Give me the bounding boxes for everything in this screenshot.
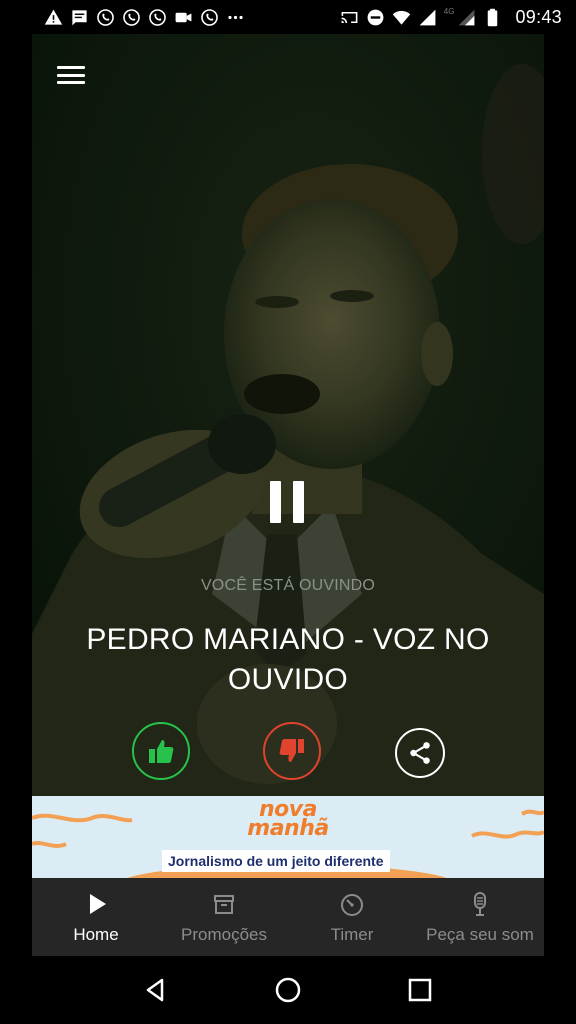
- nav-label: Home: [73, 925, 119, 944]
- like-button[interactable]: [132, 722, 190, 780]
- whatsapp-icon: [96, 8, 115, 27]
- home-button[interactable]: [271, 973, 305, 1007]
- menu-button[interactable]: [54, 62, 88, 88]
- status-bar: 4G 09:43: [0, 0, 576, 34]
- cast-icon: [340, 8, 359, 27]
- hamburger-icon: [57, 66, 85, 69]
- home-icon: [275, 977, 301, 1003]
- share-icon: [410, 742, 430, 764]
- now-playing-hero: VOCÊ ESTÁ OUVINDO PEDRO MARIANO - VOZ NO…: [32, 34, 544, 796]
- whatsapp-icon: [148, 8, 167, 27]
- microphone-icon: [474, 892, 486, 916]
- nav-item-home[interactable]: Home: [32, 878, 160, 956]
- bottom-navigation: Home Promoções Timer Peça seu som: [32, 878, 544, 956]
- nova-manha-logo: nova manhã: [247, 797, 329, 841]
- recents-icon: [408, 978, 432, 1002]
- system-navigation-bar: [0, 956, 576, 1024]
- system-icons: 4G 09:43: [340, 7, 562, 28]
- do-not-disturb-icon: [366, 8, 385, 27]
- play-icon: [90, 894, 106, 914]
- ad-banner[interactable]: nova manhã Jornalismo de um jeito difere…: [32, 796, 544, 878]
- signal-icon: [418, 8, 437, 27]
- whatsapp-icon: [200, 8, 219, 27]
- recents-button[interactable]: [403, 973, 437, 1007]
- whatsapp-icon: [122, 8, 141, 27]
- share-button[interactable]: [395, 728, 445, 778]
- network-type-label: 4G: [443, 6, 455, 16]
- nav-item-peca-seu-som[interactable]: Peça seu som: [416, 878, 544, 956]
- more-icon: [226, 8, 245, 27]
- nav-label: Peça seu som: [426, 925, 534, 944]
- clock: 09:43: [515, 6, 562, 27]
- back-button[interactable]: [139, 973, 173, 1007]
- nav-item-timer[interactable]: Timer: [288, 878, 416, 956]
- radio-app: VOCÊ ESTÁ OUVINDO PEDRO MARIANO - VOZ NO…: [32, 34, 544, 956]
- archive-icon: [214, 895, 234, 914]
- wifi-icon: [392, 8, 411, 27]
- dislike-button[interactable]: [263, 722, 321, 780]
- banner-tagline: Jornalismo de um jeito diferente: [162, 850, 390, 872]
- track-title: PEDRO MARIANO - VOZ NO OUVIDO: [86, 623, 490, 696]
- nav-item-promocoes[interactable]: Promoções: [160, 878, 288, 956]
- pause-button[interactable]: [264, 476, 310, 528]
- pause-icon: [270, 481, 281, 523]
- video-icon: [174, 8, 193, 27]
- nav-label: Promoções: [181, 925, 267, 944]
- message-icon: [70, 8, 89, 27]
- battery-icon: [483, 8, 502, 27]
- notification-icons: [44, 8, 245, 27]
- warning-icon: [44, 8, 63, 27]
- signal-icon: [457, 8, 476, 27]
- back-icon: [146, 978, 164, 1002]
- nav-label: Timer: [330, 925, 374, 944]
- thumbs-down-icon: [279, 739, 304, 762]
- thumbs-up-icon: [149, 740, 174, 763]
- listening-label: VOCÊ ESTÁ OUVINDO: [200, 577, 376, 594]
- timer-icon: [341, 894, 363, 916]
